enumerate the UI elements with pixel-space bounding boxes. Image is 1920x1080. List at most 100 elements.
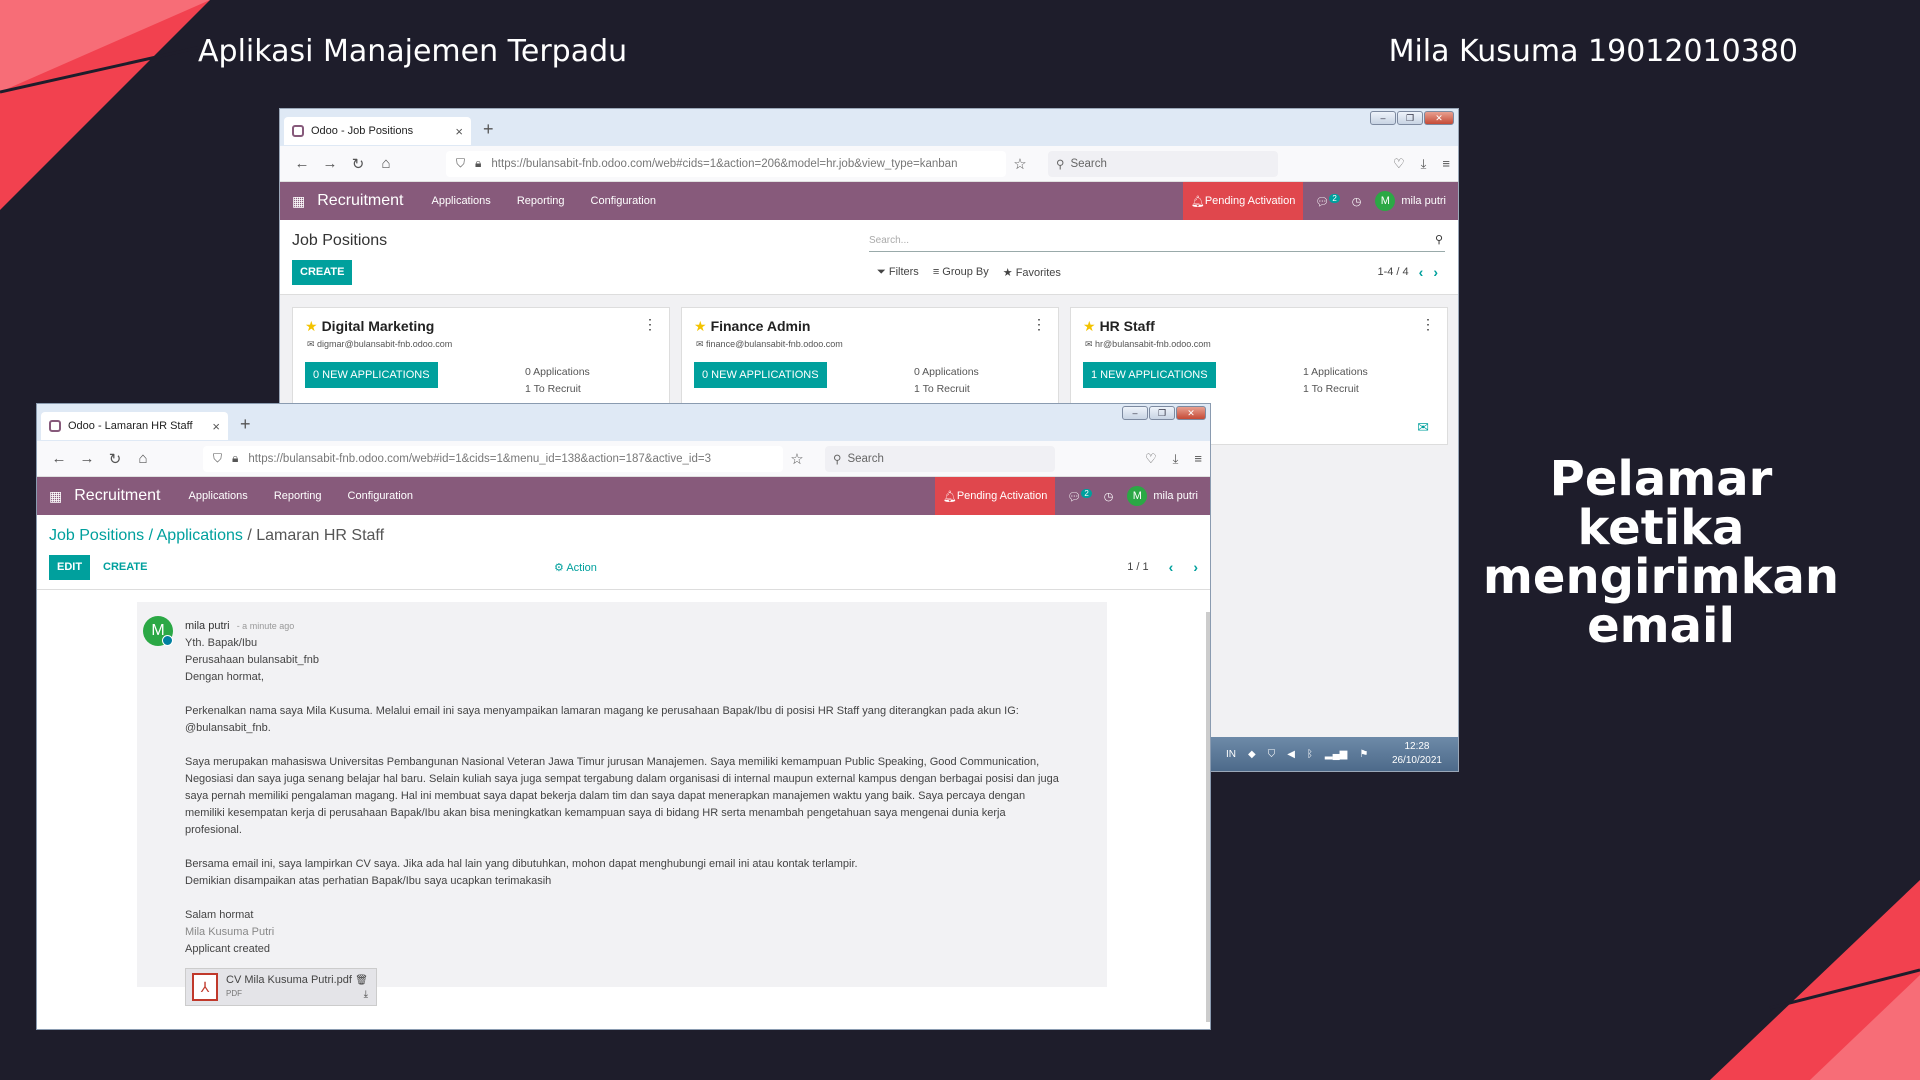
close-tab-icon[interactable]: ×	[455, 124, 463, 139]
apps-grid-icon[interactable]: ▦	[292, 193, 305, 210]
job-card[interactable]: ★ Finance Admin ⋮ ✉ finance@bulansabit-fn…	[681, 307, 1059, 407]
user-menu[interactable]: M mila putri	[1127, 486, 1198, 506]
filters-button[interactable]: ⏷ Filters	[877, 266, 919, 279]
restore-button[interactable]: ❐	[1149, 406, 1175, 420]
breadcrumb-applications[interactable]: Applications	[157, 527, 243, 544]
tray-network-icon[interactable]: ◆	[1248, 749, 1256, 760]
home-icon[interactable]: ⌂	[129, 450, 157, 467]
browser-tab[interactable]: Odoo - Job Positions ×	[284, 117, 471, 145]
pager-value[interactable]: 1-4 / 4	[1377, 266, 1408, 278]
message-avatar[interactable]: M	[143, 616, 173, 646]
chat-icon[interactable]: 💬︎ 2	[1315, 193, 1340, 208]
pending-activation-button[interactable]: 🔔︎ Pending Activation	[934, 477, 1056, 515]
download-icon[interactable]: ⤓	[1173, 451, 1179, 467]
pager-next-icon[interactable]: ›	[1193, 559, 1198, 575]
message-author[interactable]: mila putri	[185, 620, 230, 632]
back-icon[interactable]: ←	[45, 450, 73, 467]
pending-activation-button[interactable]: 🔔︎ Pending Activation	[1182, 182, 1304, 220]
browser-tab[interactable]: Odoo - Lamaran HR Staff ×	[41, 412, 228, 440]
language-indicator[interactable]: IN	[1226, 749, 1236, 760]
browser-search-input[interactable]: ⚲ Search	[825, 445, 1055, 472]
download-icon[interactable]: ⤓	[1421, 156, 1427, 172]
minimize-button[interactable]: –	[1122, 406, 1148, 420]
group-by-button[interactable]: ≡ Group By	[933, 266, 989, 279]
card-menu-icon[interactable]: ⋮	[1421, 316, 1435, 333]
favorites-button[interactable]: ★ Favorites	[1003, 266, 1061, 279]
reload-icon[interactable]: ↻	[101, 450, 129, 468]
decor-top-left	[0, 0, 211, 210]
breadcrumb-job-positions[interactable]: Job Positions	[49, 527, 144, 544]
app-name[interactable]: Recruitment	[317, 192, 403, 210]
menu-configuration[interactable]: Configuration	[591, 195, 656, 207]
menu-icon[interactable]: ≡	[1194, 451, 1202, 467]
odoo-navbar: ▦ Recruitment Applications Reporting Con…	[280, 182, 1458, 220]
window-close-button[interactable]: ✕	[1176, 406, 1206, 420]
search-icon[interactable]: ⚲	[1435, 233, 1443, 246]
close-tab-icon[interactable]: ×	[212, 419, 220, 434]
flag-icon[interactable]: ⚑	[1359, 749, 1368, 760]
user-menu[interactable]: M mila putri	[1375, 191, 1446, 211]
apps-grid-icon[interactable]: ▦	[49, 488, 62, 505]
download-icon[interactable]: ⤓	[364, 986, 368, 1003]
new-tab-icon[interactable]: +	[240, 414, 251, 435]
pocket-icon[interactable]: ♡	[1393, 156, 1405, 172]
favorite-star-icon[interactable]: ★	[305, 318, 318, 334]
minimize-button[interactable]: –	[1370, 111, 1396, 125]
activity-clock-icon[interactable]: ◷	[1352, 195, 1362, 208]
restore-button[interactable]: ❐	[1397, 111, 1423, 125]
scrollbar[interactable]	[1206, 612, 1210, 1022]
back-icon[interactable]: ←	[288, 155, 316, 172]
menu-reporting[interactable]: Reporting	[517, 195, 565, 207]
menu-applications[interactable]: Applications	[431, 195, 490, 207]
menu-reporting[interactable]: Reporting	[274, 490, 322, 502]
search-input[interactable]: Search... ⚲	[869, 230, 1445, 252]
signal-icon[interactable]: ▂▄▆	[1325, 749, 1347, 760]
pager-value[interactable]: 1 / 1	[1127, 561, 1148, 573]
pocket-icon[interactable]: ♡	[1145, 451, 1157, 467]
card-menu-icon[interactable]: ⋮	[1032, 316, 1046, 333]
new-tab-icon[interactable]: +	[483, 119, 494, 140]
home-icon[interactable]: ⌂	[372, 155, 400, 172]
create-button[interactable]: CREATE	[292, 260, 353, 285]
envelope-icon[interactable]: ✉	[1417, 419, 1429, 436]
bluetooth-icon[interactable]: ᛒ	[1307, 749, 1313, 760]
menu-configuration[interactable]: Configuration	[348, 490, 413, 502]
favorite-star-icon[interactable]: ★	[694, 318, 707, 334]
system-clock[interactable]: 12:28 26/10/2021	[1392, 740, 1442, 768]
applications-count[interactable]: 0 Applications	[914, 364, 979, 381]
bookmark-star-icon[interactable]: ☆	[783, 450, 811, 468]
new-applications-button[interactable]: 1 NEW APPLICATIONS	[1083, 362, 1216, 388]
new-applications-button[interactable]: 0 NEW APPLICATIONS	[694, 362, 827, 388]
menu-icon[interactable]: ≡	[1442, 156, 1450, 172]
browser-search-input[interactable]: ⚲ Search	[1048, 150, 1278, 177]
action-button[interactable]: ⚙ Action	[554, 561, 597, 574]
app-name[interactable]: Recruitment	[74, 487, 160, 505]
chat-icon[interactable]: 💬︎ 2	[1067, 488, 1092, 503]
new-applications-button[interactable]: 0 NEW APPLICATIONS	[305, 362, 438, 388]
card-menu-icon[interactable]: ⋮	[643, 316, 657, 333]
job-card[interactable]: ★ Digital Marketing ⋮ ✉ digmar@bulansabit…	[292, 307, 670, 407]
applications-count[interactable]: 1 Applications	[1303, 364, 1368, 381]
applications-count[interactable]: 0 Applications	[525, 364, 590, 381]
forward-icon[interactable]: →	[316, 155, 344, 172]
pager-prev-icon[interactable]: ‹	[1419, 264, 1424, 280]
user-name: mila putri	[1153, 490, 1198, 502]
menu-applications[interactable]: Applications	[188, 490, 247, 502]
create-button[interactable]: CREATE	[103, 561, 147, 573]
favorite-star-icon[interactable]: ★	[1083, 318, 1096, 334]
tray-shield-icon[interactable]: ⛉	[1268, 749, 1276, 760]
toolbar-icons: ♡ ⤓ ≡	[1145, 451, 1202, 467]
attachment[interactable]: ⅄ CV Mila Kusuma Putri.pdf PDF 🗑︎ ⤓	[185, 968, 377, 1006]
pager-prev-icon[interactable]: ‹	[1169, 559, 1174, 575]
address-bar[interactable]: ⛉ 🔒︎ https://bulansabit-fnb.odoo.com/web…	[203, 445, 783, 472]
bookmark-star-icon[interactable]: ☆	[1006, 155, 1034, 173]
reload-icon[interactable]: ↻	[344, 155, 372, 173]
activity-clock-icon[interactable]: ◷	[1104, 490, 1114, 503]
pager-next-icon[interactable]: ›	[1433, 264, 1438, 280]
toolbar-icons: ♡ ⤓ ≡	[1393, 156, 1450, 172]
window-close-button[interactable]: ✕	[1424, 111, 1454, 125]
volume-icon[interactable]: ◀︎	[1287, 749, 1295, 760]
forward-icon[interactable]: →	[73, 450, 101, 467]
edit-button[interactable]: EDIT	[49, 555, 91, 580]
address-bar[interactable]: ⛉ 🔒︎ https://bulansabit-fnb.odoo.com/web…	[446, 150, 1006, 177]
